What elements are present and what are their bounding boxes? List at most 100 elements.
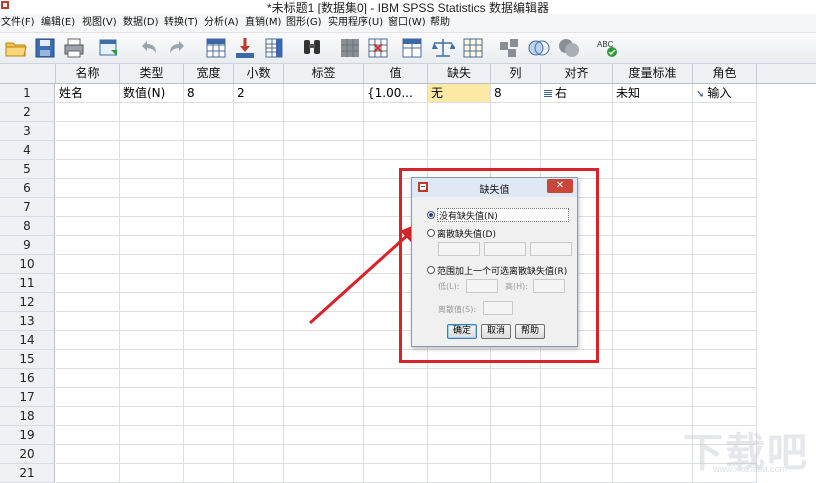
cell-label[interactable]	[284, 84, 364, 103]
cell-decimals[interactable]	[234, 388, 284, 407]
cell-values[interactable]	[364, 122, 428, 141]
cell-align[interactable]	[541, 122, 613, 141]
cell-type[interactable]: 数值(N)	[120, 84, 184, 103]
cell-type[interactable]	[120, 236, 184, 255]
cell-label[interactable]	[284, 388, 364, 407]
print-icon[interactable]	[62, 36, 86, 60]
cell-name[interactable]	[56, 160, 120, 179]
cell-measure[interactable]	[613, 464, 693, 483]
spell-check-icon[interactable]: ABC	[596, 36, 620, 60]
cell-width[interactable]	[184, 179, 234, 198]
cell-columns[interactable]	[491, 122, 541, 141]
cell-decimals[interactable]	[234, 369, 284, 388]
header-label[interactable]: 标签	[284, 64, 364, 83]
cell-missing[interactable]	[428, 426, 491, 445]
cell-missing[interactable]	[428, 369, 491, 388]
menu-transform[interactable]: 转换(T)	[164, 14, 198, 32]
redo-icon[interactable]	[166, 36, 190, 60]
undo-icon[interactable]	[136, 36, 160, 60]
menu-help[interactable]: 帮助	[430, 14, 450, 32]
cell-measure[interactable]	[613, 407, 693, 426]
cell-role[interactable]	[693, 103, 757, 122]
cell-name[interactable]	[56, 312, 120, 331]
option-no-missing-label[interactable]: 没有缺失值(N)	[437, 208, 569, 222]
row-number[interactable]: 1	[0, 84, 55, 103]
cell-align[interactable]: 右	[541, 84, 613, 103]
row-number[interactable]: 15	[0, 350, 55, 369]
cell-measure[interactable]	[613, 426, 693, 445]
cell-decimals[interactable]	[234, 407, 284, 426]
cell-measure[interactable]	[613, 141, 693, 160]
value-labels-icon[interactable]	[497, 36, 521, 60]
cell-columns[interactable]	[491, 141, 541, 160]
cell-type[interactable]	[120, 217, 184, 236]
cell-name[interactable]	[56, 141, 120, 160]
cell-measure[interactable]	[613, 388, 693, 407]
cell-role[interactable]	[693, 160, 757, 179]
radio-range-missing[interactable]	[427, 266, 435, 274]
cell-width[interactable]	[184, 369, 234, 388]
header-decimals[interactable]: 小数	[234, 64, 284, 83]
cell-role[interactable]	[693, 198, 757, 217]
cell-role[interactable]	[693, 350, 757, 369]
cell-missing[interactable]	[428, 464, 491, 483]
goto-case-icon[interactable]	[204, 36, 228, 60]
cell-role[interactable]	[693, 255, 757, 274]
insert-cases-icon[interactable]	[338, 36, 362, 60]
cell-measure[interactable]	[613, 160, 693, 179]
cell-align[interactable]	[541, 445, 613, 464]
cell-role[interactable]	[693, 122, 757, 141]
cell-measure[interactable]	[613, 122, 693, 141]
menu-file[interactable]: 文件(F)	[1, 14, 35, 32]
cell-decimals[interactable]	[234, 331, 284, 350]
cell-measure[interactable]	[613, 274, 693, 293]
row-number[interactable]: 9	[0, 236, 55, 255]
cell-label[interactable]	[284, 464, 364, 483]
save-icon[interactable]	[33, 36, 57, 60]
radio-no-missing[interactable]	[427, 211, 435, 219]
cell-label[interactable]	[284, 179, 364, 198]
cell-width[interactable]	[184, 312, 234, 331]
menu-utilities[interactable]: 实用程序(U)	[328, 14, 383, 32]
cell-width[interactable]	[184, 388, 234, 407]
cell-decimals[interactable]: 2	[234, 84, 284, 103]
row-number[interactable]: 14	[0, 331, 55, 350]
row-number[interactable]: 16	[0, 369, 55, 388]
cell-columns[interactable]	[491, 369, 541, 388]
row-number[interactable]: 3	[0, 122, 55, 141]
cell-name[interactable]	[56, 350, 120, 369]
cell-align[interactable]	[541, 388, 613, 407]
cell-values[interactable]	[364, 141, 428, 160]
cell-name[interactable]	[56, 426, 120, 445]
cell-align[interactable]	[541, 369, 613, 388]
cell-role[interactable]	[693, 331, 757, 350]
row-number[interactable]: 10	[0, 255, 55, 274]
row-number[interactable]: 12	[0, 293, 55, 312]
cell-role[interactable]	[693, 274, 757, 293]
cell-width[interactable]	[184, 141, 234, 160]
recall-dialog-icon[interactable]	[97, 36, 121, 60]
cell-measure[interactable]	[613, 293, 693, 312]
use-sets-icon[interactable]	[527, 36, 551, 60]
cell-missing[interactable]	[428, 141, 491, 160]
cell-values[interactable]	[364, 445, 428, 464]
cell-decimals[interactable]	[234, 350, 284, 369]
cell-measure[interactable]	[613, 369, 693, 388]
cell-align[interactable]	[541, 464, 613, 483]
cell-role[interactable]	[693, 141, 757, 160]
cell-type[interactable]	[120, 103, 184, 122]
cell-role[interactable]: ➘ 输入	[693, 84, 757, 103]
cell-columns[interactable]	[491, 445, 541, 464]
ok-button[interactable]: 确定	[447, 324, 477, 339]
cell-columns[interactable]	[491, 388, 541, 407]
cell-role[interactable]	[693, 217, 757, 236]
cell-label[interactable]	[284, 445, 364, 464]
cell-type[interactable]	[120, 350, 184, 369]
close-button[interactable]: ✕	[547, 179, 573, 193]
cell-values[interactable]	[364, 103, 428, 122]
cell-name[interactable]	[56, 293, 120, 312]
cell-measure[interactable]	[613, 312, 693, 331]
cell-type[interactable]	[120, 312, 184, 331]
cell-width[interactable]	[184, 103, 234, 122]
row-number[interactable]: 5	[0, 160, 55, 179]
